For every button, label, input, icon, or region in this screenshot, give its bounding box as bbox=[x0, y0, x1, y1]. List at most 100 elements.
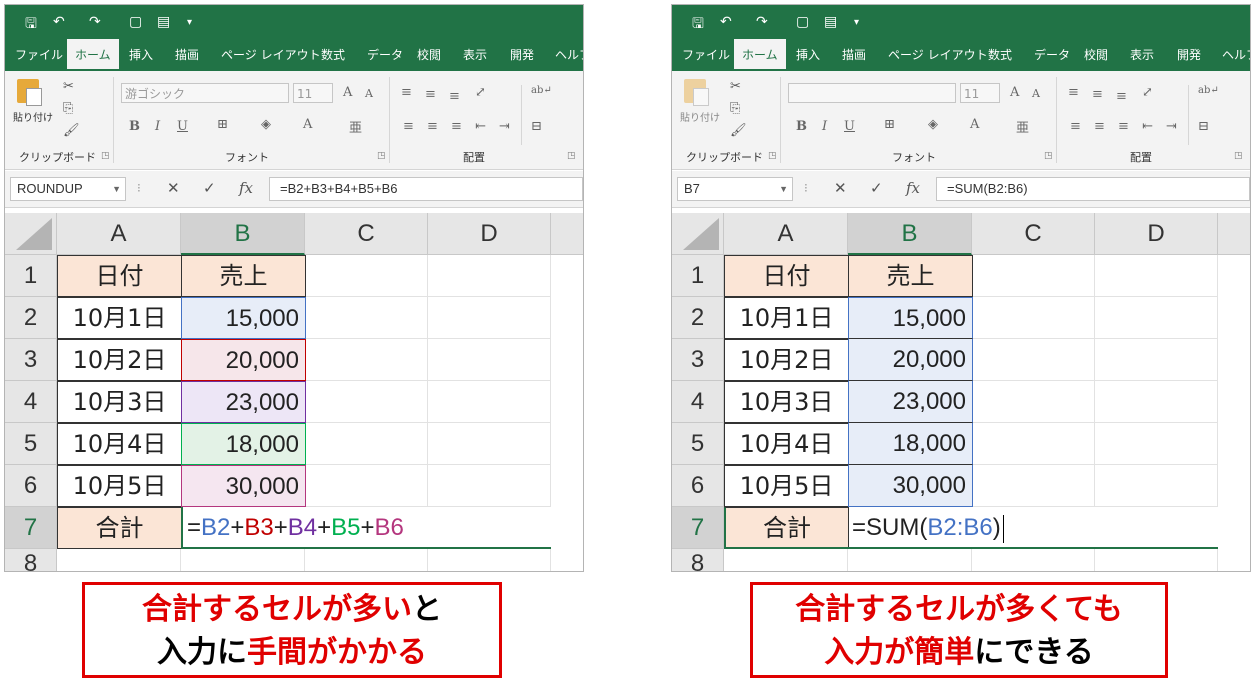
new-file-icon[interactable]: ▢ bbox=[129, 13, 142, 30]
redo-icon[interactable]: ↷ bbox=[89, 13, 101, 30]
cell-c4[interactable] bbox=[305, 381, 428, 423]
cell-c3[interactable] bbox=[305, 339, 428, 381]
cell-a8[interactable] bbox=[724, 549, 848, 571]
tab-draw[interactable]: 描画 bbox=[175, 39, 199, 71]
cell-a1[interactable]: 日付 bbox=[57, 255, 182, 297]
align-left-icon[interactable]: ≡ bbox=[403, 119, 414, 134]
border-icon[interactable]: ⊞ bbox=[217, 117, 228, 132]
cell-a2[interactable]: 10月1日 bbox=[57, 297, 182, 339]
cell-d1[interactable] bbox=[1095, 255, 1218, 297]
phonetic-icon[interactable]: 亜 bbox=[1016, 117, 1029, 136]
fill-color-icon[interactable]: ◈ bbox=[261, 117, 271, 132]
enter-check-icon[interactable]: ✓ bbox=[870, 179, 883, 197]
clipboard-launcher-icon[interactable]: ◳ bbox=[768, 151, 777, 161]
name-box[interactable]: B7 ▼ bbox=[677, 177, 793, 201]
cell-d3[interactable] bbox=[428, 339, 551, 381]
cell-a7[interactable]: 合計 bbox=[57, 507, 182, 549]
cell-a3[interactable]: 10月2日 bbox=[57, 339, 182, 381]
tab-draw[interactable]: 描画 bbox=[842, 39, 866, 71]
row-header-7[interactable]: 7 bbox=[672, 507, 724, 549]
grow-font-icon[interactable]: A bbox=[343, 85, 352, 100]
wrap-text-icon[interactable]: ab↵ bbox=[531, 85, 552, 96]
formula-input[interactable]: =B2+B3+B4+B5+B6 bbox=[269, 177, 583, 201]
form-icon[interactable]: ▤ bbox=[157, 13, 170, 30]
row-header-8[interactable]: 8 bbox=[5, 549, 57, 571]
cell-a4[interactable]: 10月3日 bbox=[57, 381, 182, 423]
cell-c1[interactable] bbox=[305, 255, 428, 297]
save-icon[interactable]: 🖫 bbox=[692, 13, 704, 37]
cell-a5[interactable]: 10月4日 bbox=[724, 423, 849, 465]
cell-d3[interactable] bbox=[1095, 339, 1218, 381]
cancel-icon[interactable]: ✕ bbox=[834, 179, 847, 197]
cell-b7-formula[interactable]: =SUM(B2:B6) bbox=[848, 507, 1218, 549]
cell-b4[interactable]: 23,000 bbox=[181, 381, 306, 423]
cell-a7[interactable]: 合計 bbox=[724, 507, 849, 549]
cell-a2[interactable]: 10月1日 bbox=[724, 297, 849, 339]
cell-b8[interactable] bbox=[181, 549, 305, 571]
paste-icon[interactable] bbox=[684, 79, 709, 106]
tab-formulas[interactable]: 数式 bbox=[988, 39, 1012, 71]
decrease-indent-icon[interactable]: ⇤ bbox=[475, 119, 486, 134]
column-header-d[interactable]: D bbox=[428, 213, 551, 255]
cell-c8[interactable] bbox=[305, 549, 428, 571]
column-header-e[interactable] bbox=[1218, 213, 1250, 255]
copy-icon[interactable]: ⎘ bbox=[730, 101, 740, 116]
phonetic-icon[interactable]: 亜 bbox=[349, 117, 362, 136]
cell-d6[interactable] bbox=[1095, 465, 1218, 507]
decrease-indent-icon[interactable]: ⇤ bbox=[1142, 119, 1153, 134]
select-all-corner[interactable] bbox=[5, 213, 57, 255]
cell-c5[interactable] bbox=[305, 423, 428, 465]
chevron-down-icon[interactable]: ▼ bbox=[779, 178, 788, 200]
alignment-launcher-icon[interactable]: ◳ bbox=[1234, 151, 1243, 161]
new-file-icon[interactable]: ▢ bbox=[796, 13, 809, 30]
tab-data[interactable]: データ bbox=[367, 39, 403, 71]
tab-review[interactable]: 校閲 bbox=[417, 39, 441, 71]
row-header-2[interactable]: 2 bbox=[5, 297, 57, 339]
cell-a5[interactable]: 10月4日 bbox=[57, 423, 182, 465]
italic-icon[interactable]: I bbox=[822, 119, 827, 134]
wrap-text-icon[interactable]: ab↵ bbox=[1198, 85, 1219, 96]
tab-developer[interactable]: 開発 bbox=[1177, 39, 1201, 71]
customize-toolbar-icon[interactable]: ▾ bbox=[187, 17, 192, 28]
cell-c2[interactable] bbox=[305, 297, 428, 339]
column-header-a[interactable]: A bbox=[57, 213, 181, 255]
tab-developer[interactable]: 開発 bbox=[510, 39, 534, 71]
cell-c1[interactable] bbox=[972, 255, 1095, 297]
align-bottom-icon[interactable]: ≡ bbox=[1116, 89, 1127, 104]
redo-icon[interactable]: ↷ bbox=[756, 13, 768, 30]
select-all-corner[interactable] bbox=[672, 213, 724, 255]
format-painter-icon[interactable]: 🖌 bbox=[63, 123, 80, 138]
cell-a6[interactable]: 10月5日 bbox=[724, 465, 849, 507]
row-header-3[interactable]: 3 bbox=[672, 339, 724, 381]
cell-b5[interactable]: 18,000 bbox=[848, 423, 973, 465]
font-color-icon[interactable]: A bbox=[303, 117, 312, 132]
cell-b2[interactable]: 15,000 bbox=[848, 297, 973, 339]
row-header-1[interactable]: 1 bbox=[5, 255, 57, 297]
cell-a8[interactable] bbox=[57, 549, 181, 571]
cancel-icon[interactable]: ✕ bbox=[167, 179, 180, 197]
underline-icon[interactable]: U bbox=[177, 119, 188, 134]
alignment-launcher-icon[interactable]: ◳ bbox=[567, 151, 576, 161]
cell-d4[interactable] bbox=[428, 381, 551, 423]
save-icon[interactable]: 🖫 bbox=[25, 13, 37, 37]
font-launcher-icon[interactable]: ◳ bbox=[377, 151, 386, 161]
cell-b6[interactable]: 30,000 bbox=[181, 465, 306, 507]
tab-insert[interactable]: 挿入 bbox=[796, 39, 820, 71]
tab-file[interactable]: ファイル bbox=[15, 39, 63, 71]
align-right-icon[interactable]: ≡ bbox=[451, 119, 462, 134]
cut-icon[interactable]: ✂ bbox=[63, 79, 74, 94]
row-header-5[interactable]: 5 bbox=[5, 423, 57, 465]
column-header-a[interactable]: A bbox=[724, 213, 848, 255]
clipboard-launcher-icon[interactable]: ◳ bbox=[101, 151, 110, 161]
cell-d8[interactable] bbox=[428, 549, 551, 571]
tab-help[interactable]: ヘルプ bbox=[1222, 39, 1250, 71]
font-size-dropdown[interactable]: 11 bbox=[960, 83, 1000, 103]
column-header-c[interactable]: C bbox=[305, 213, 428, 255]
format-painter-icon[interactable]: 🖌 bbox=[730, 123, 747, 138]
font-name-dropdown[interactable] bbox=[788, 83, 956, 103]
cell-a3[interactable]: 10月2日 bbox=[724, 339, 849, 381]
undo-icon[interactable]: ↶ bbox=[53, 13, 65, 30]
row-header-6[interactable]: 6 bbox=[672, 465, 724, 507]
bold-icon[interactable]: B bbox=[796, 119, 807, 134]
merge-center-icon[interactable]: ⊟ bbox=[531, 119, 542, 134]
